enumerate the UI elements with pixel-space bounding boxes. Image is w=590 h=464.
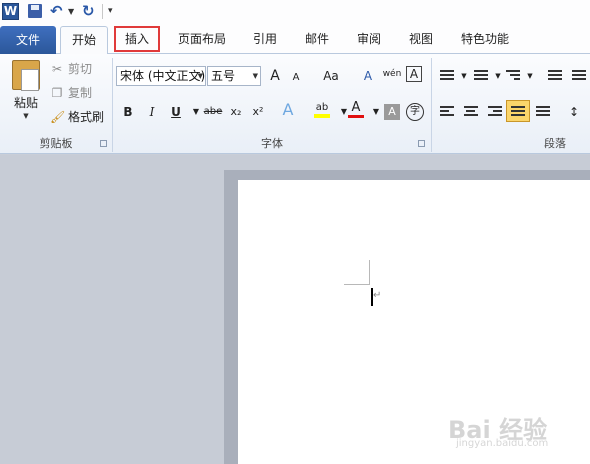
numbering-icon[interactable] — [474, 70, 488, 82]
align-left-icon[interactable] — [440, 106, 454, 118]
paragraph-mark-icon: ↵ — [373, 290, 382, 301]
tab-mailings[interactable]: 邮件 — [296, 24, 338, 54]
scissors-icon: ✂ — [51, 62, 63, 76]
shrink-font-button[interactable]: A — [286, 68, 306, 88]
tab-page-layout[interactable]: 页面布局 — [170, 24, 234, 54]
font-name-value: 宋体 (中文正文) — [120, 69, 206, 83]
undo-icon[interactable]: ↶ — [50, 3, 66, 20]
bullets-icon[interactable] — [440, 70, 454, 82]
font-group-label: 字体 — [261, 137, 283, 150]
margin-corner-mark — [344, 284, 370, 285]
clipboard-group-label: 剪贴板 — [39, 137, 73, 150]
chevron-down-icon: ▼ — [197, 72, 203, 80]
tab-insert[interactable]: 插入 — [114, 26, 160, 52]
font-color-swatch — [348, 115, 364, 118]
tab-references[interactable]: 引用 — [245, 24, 285, 54]
character-shading-button[interactable]: A — [384, 104, 400, 120]
format-painter-label: 格式刷 — [68, 110, 105, 124]
change-case-button[interactable]: Aa — [318, 66, 344, 86]
paste-dropdown-icon[interactable]: ▼ — [20, 112, 32, 120]
watermark: Bai 经验 jingyan.baidu.com — [448, 410, 588, 460]
cut-button[interactable]: ✂ 剪切 — [50, 60, 92, 78]
font-color-dropdown-icon[interactable]: ▼ — [366, 102, 386, 122]
underline-button[interactable]: U — [166, 102, 186, 122]
customize-qat-icon[interactable]: ▾ — [108, 3, 118, 20]
tab-file[interactable]: 文件 — [0, 26, 56, 54]
tab-special-features[interactable]: 特色功能 — [452, 24, 518, 54]
tab-view[interactable]: 视图 — [400, 24, 442, 54]
paragraph-group-label: 段落 — [544, 137, 566, 150]
character-border-button[interactable]: A — [406, 66, 422, 82]
format-painter-button[interactable]: 🖌 格式刷 — [50, 108, 104, 126]
margin-corner-mark — [369, 260, 370, 285]
subscript-button[interactable]: x₂ — [226, 102, 246, 122]
brush-icon: 🖌 — [50, 110, 66, 124]
font-dialog-launcher-icon[interactable] — [418, 140, 425, 147]
superscript-button[interactable]: x² — [248, 102, 268, 122]
align-right-icon[interactable] — [488, 106, 502, 118]
font-size-select[interactable]: 五号 ▼ — [207, 66, 261, 86]
font-color-label: A — [351, 100, 361, 115]
decrease-indent-icon[interactable] — [548, 70, 562, 82]
justify-icon — [511, 106, 525, 118]
paste-icon[interactable] — [12, 60, 40, 91]
font-size-value: 五号 — [211, 69, 236, 83]
font-name-select[interactable]: 宋体 (中文正文) ▼ — [116, 66, 206, 86]
paste-button[interactable]: 粘贴 — [10, 94, 42, 111]
italic-button[interactable]: I — [142, 102, 162, 122]
clipboard-dialog-launcher-icon[interactable] — [100, 140, 107, 147]
ribbon-tab-bar: 文件 开始 插入 页面布局 引用 邮件 审阅 视图 特色功能 — [0, 24, 590, 55]
phonetic-guide-button[interactable]: wén — [382, 64, 402, 84]
numbering-dropdown-icon[interactable]: ▼ — [488, 66, 508, 86]
undo-dropdown-icon[interactable]: ▼ — [68, 3, 76, 20]
increase-indent-icon[interactable] — [572, 70, 586, 82]
multilevel-dropdown-icon[interactable]: ▼ — [520, 66, 540, 86]
copy-icon: ❐ — [51, 86, 63, 100]
chevron-down-icon: ▼ — [252, 72, 258, 80]
toolbar-separator — [102, 4, 103, 19]
clear-format-button[interactable]: A — [358, 66, 378, 86]
watermark-url: jingyan.baidu.com — [456, 438, 549, 449]
highlight-button[interactable]: ab — [312, 98, 332, 118]
copy-label: 复制 — [68, 86, 93, 100]
justify-button[interactable] — [506, 100, 530, 122]
tab-review[interactable]: 审阅 — [348, 24, 390, 54]
ribbon-home: 粘贴 ▼ ✂ 剪切 ❐ 复制 🖌 格式刷 剪贴板 宋体 (中文正文) ▼ 五号 ▼ A… — [0, 54, 590, 154]
text-effects-button[interactable]: A — [278, 100, 298, 120]
cut-label: 剪切 — [68, 62, 93, 76]
line-spacing-icon[interactable]: ↕ — [564, 102, 584, 122]
copy-button[interactable]: ❐ 复制 — [50, 84, 92, 102]
word-logo-icon[interactable]: W — [2, 3, 19, 20]
enclose-characters-button[interactable]: 字 — [406, 103, 424, 121]
multilevel-list-icon[interactable] — [506, 70, 520, 82]
quick-access-toolbar: W ↶ ▼ ↻ ▾ — [0, 0, 590, 24]
align-center-icon[interactable] — [464, 106, 478, 118]
highlight-color-swatch — [314, 114, 330, 118]
repeat-icon[interactable]: ↻ — [82, 3, 98, 20]
font-color-button[interactable]: A — [346, 98, 366, 118]
tab-home[interactable]: 开始 — [60, 26, 108, 55]
bullets-dropdown-icon[interactable]: ▼ — [454, 66, 474, 86]
save-icon[interactable] — [28, 4, 42, 18]
grow-font-button[interactable]: A — [265, 66, 285, 86]
highlight-label: ab — [315, 102, 329, 113]
bold-button[interactable]: B — [118, 102, 138, 122]
distributed-icon[interactable] — [536, 106, 550, 118]
strikethrough-button[interactable]: abe — [200, 102, 226, 122]
